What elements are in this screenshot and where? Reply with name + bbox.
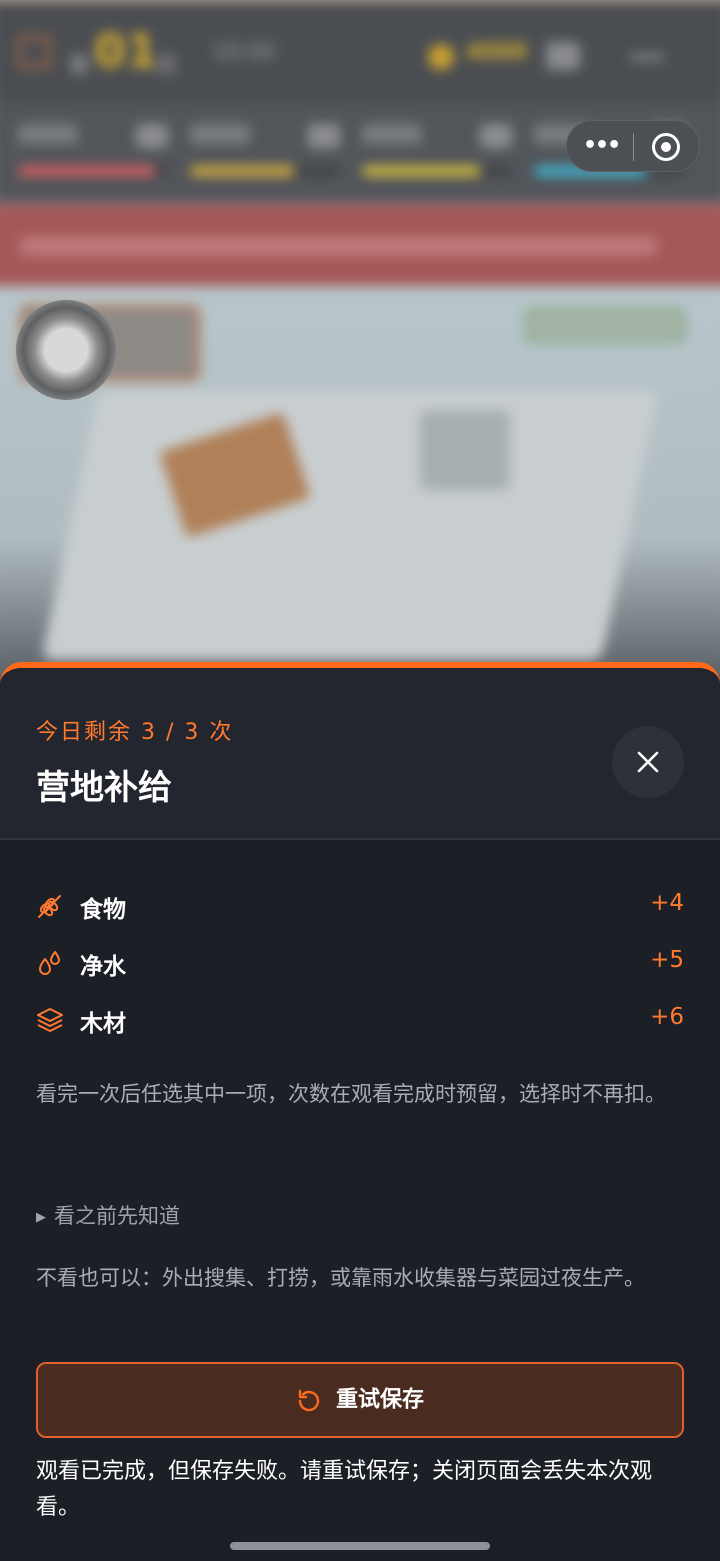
option-amount: +6: [650, 1004, 684, 1030]
option-label: 食物: [80, 897, 126, 923]
sheet-header: 今日剩余 3 / 3 次 营地补给: [0, 668, 720, 840]
close-button[interactable]: [612, 726, 684, 798]
miniprogram-capsule: •••: [566, 120, 700, 172]
app-screen: 第 01 天 10:00 4000 ••• 今日剩余 3 / 3 次 营地补给 …: [0, 0, 720, 1561]
retry-save-button[interactable]: 重试保存: [36, 1362, 684, 1438]
water-drops-icon: [39, 951, 60, 975]
game-clock: 10:00: [212, 40, 276, 65]
coin-icon: [428, 44, 454, 70]
game-hud: 第 01 天 10:00 4000: [0, 2, 720, 102]
capsule-divider: [633, 133, 634, 161]
stat-health: [18, 124, 168, 184]
option-label: 木材: [80, 1011, 126, 1037]
sound-icon: [546, 42, 580, 70]
wheat-icon: [38, 895, 61, 918]
daily-quota: 今日剩余 3 / 3 次: [36, 720, 234, 745]
stat-food: [362, 124, 512, 184]
reward-option-wood[interactable]: 木材 +6: [36, 1000, 684, 1040]
retry-icon: [298, 1389, 320, 1411]
option-amount: +4: [650, 890, 684, 916]
floating-assist-button[interactable]: [16, 300, 116, 400]
option-label: 净水: [80, 954, 126, 980]
close-miniprogram-icon[interactable]: [652, 133, 680, 161]
coin-count: 4000: [466, 40, 528, 65]
triangle-right-icon: ▶: [36, 1210, 46, 1225]
reward-option-water[interactable]: 净水 +5: [36, 943, 684, 983]
reward-option-food[interactable]: 食物 +4: [36, 886, 684, 926]
save-error-message: 观看已完成，但保存失败。请重试保存；关闭页面会丢失本次观看。: [36, 1459, 653, 1520]
more-options-icon[interactable]: •••: [583, 134, 621, 158]
day-counter: 01: [94, 24, 159, 78]
status-badge: [525, 308, 685, 342]
more-icon: [630, 54, 664, 60]
retry-save-label: 重试保存: [335, 1387, 424, 1413]
reward-description: 看完一次后任选其中一项，次数在观看完成时预留，选择时不再扣。: [36, 1082, 666, 1106]
home-indicator: [230, 1542, 490, 1550]
sheet-title: 营地补给: [36, 768, 172, 808]
menu-icon: [18, 36, 50, 68]
close-icon: [637, 751, 659, 773]
disclosure-label: 看之前先知道: [54, 1204, 180, 1228]
stat-stamina: [190, 124, 340, 184]
alternative-tip: 不看也可以：外出搜集、打捞，或靠雨水收集器与菜园过夜生产。: [36, 1266, 645, 1290]
day-suffix: 天: [156, 54, 179, 79]
day-prefix: 第: [68, 54, 91, 79]
option-amount: +5: [650, 947, 684, 973]
layers-icon: [37, 1008, 63, 1032]
disclosure-toggle[interactable]: ▶ 看之前先知道: [36, 1200, 180, 1230]
supply-sheet: 今日剩余 3 / 3 次 营地补给 食物 +4 净水 +5 木材 +6 看完一次…: [0, 662, 720, 1561]
alert-banner: [0, 204, 720, 286]
